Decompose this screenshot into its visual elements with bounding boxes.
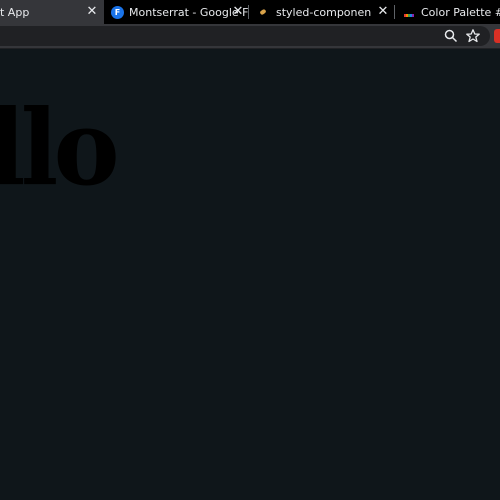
close-icon[interactable]: ✕ — [230, 4, 246, 20]
tab-google-fonts[interactable]: F Montserrat - Google Fonts ✕ — [104, 0, 248, 24]
tab-title: styled-components: Advan — [276, 5, 371, 19]
styled-components-icon — [258, 7, 268, 17]
close-icon[interactable]: ✕ — [375, 4, 391, 20]
tab-styled-components[interactable]: styled-components: Advan ✕ — [249, 0, 394, 24]
star-icon[interactable] — [465, 28, 481, 44]
close-icon[interactable]: ✕ — [84, 4, 100, 20]
browser-toolbar — [0, 24, 500, 48]
page-headline: llo — [0, 86, 119, 209]
color-palette-icon — [404, 7, 414, 17]
google-fonts-icon: F — [111, 5, 124, 19]
address-bar[interactable] — [0, 26, 490, 46]
tab-color-palette[interactable]: Color Palette #339 | C — [395, 0, 500, 24]
tab-title: Color Palette #339 | C — [421, 5, 500, 19]
tab-title: t App — [0, 5, 30, 19]
tab-react-app[interactable]: t App ✕ — [0, 0, 104, 24]
extension-icon[interactable] — [494, 29, 500, 43]
tab-strip: t App ✕ F Montserrat - Google Fonts ✕ st… — [0, 0, 500, 24]
zoom-icon[interactable] — [443, 28, 459, 44]
toolbar-divider — [0, 48, 500, 49]
